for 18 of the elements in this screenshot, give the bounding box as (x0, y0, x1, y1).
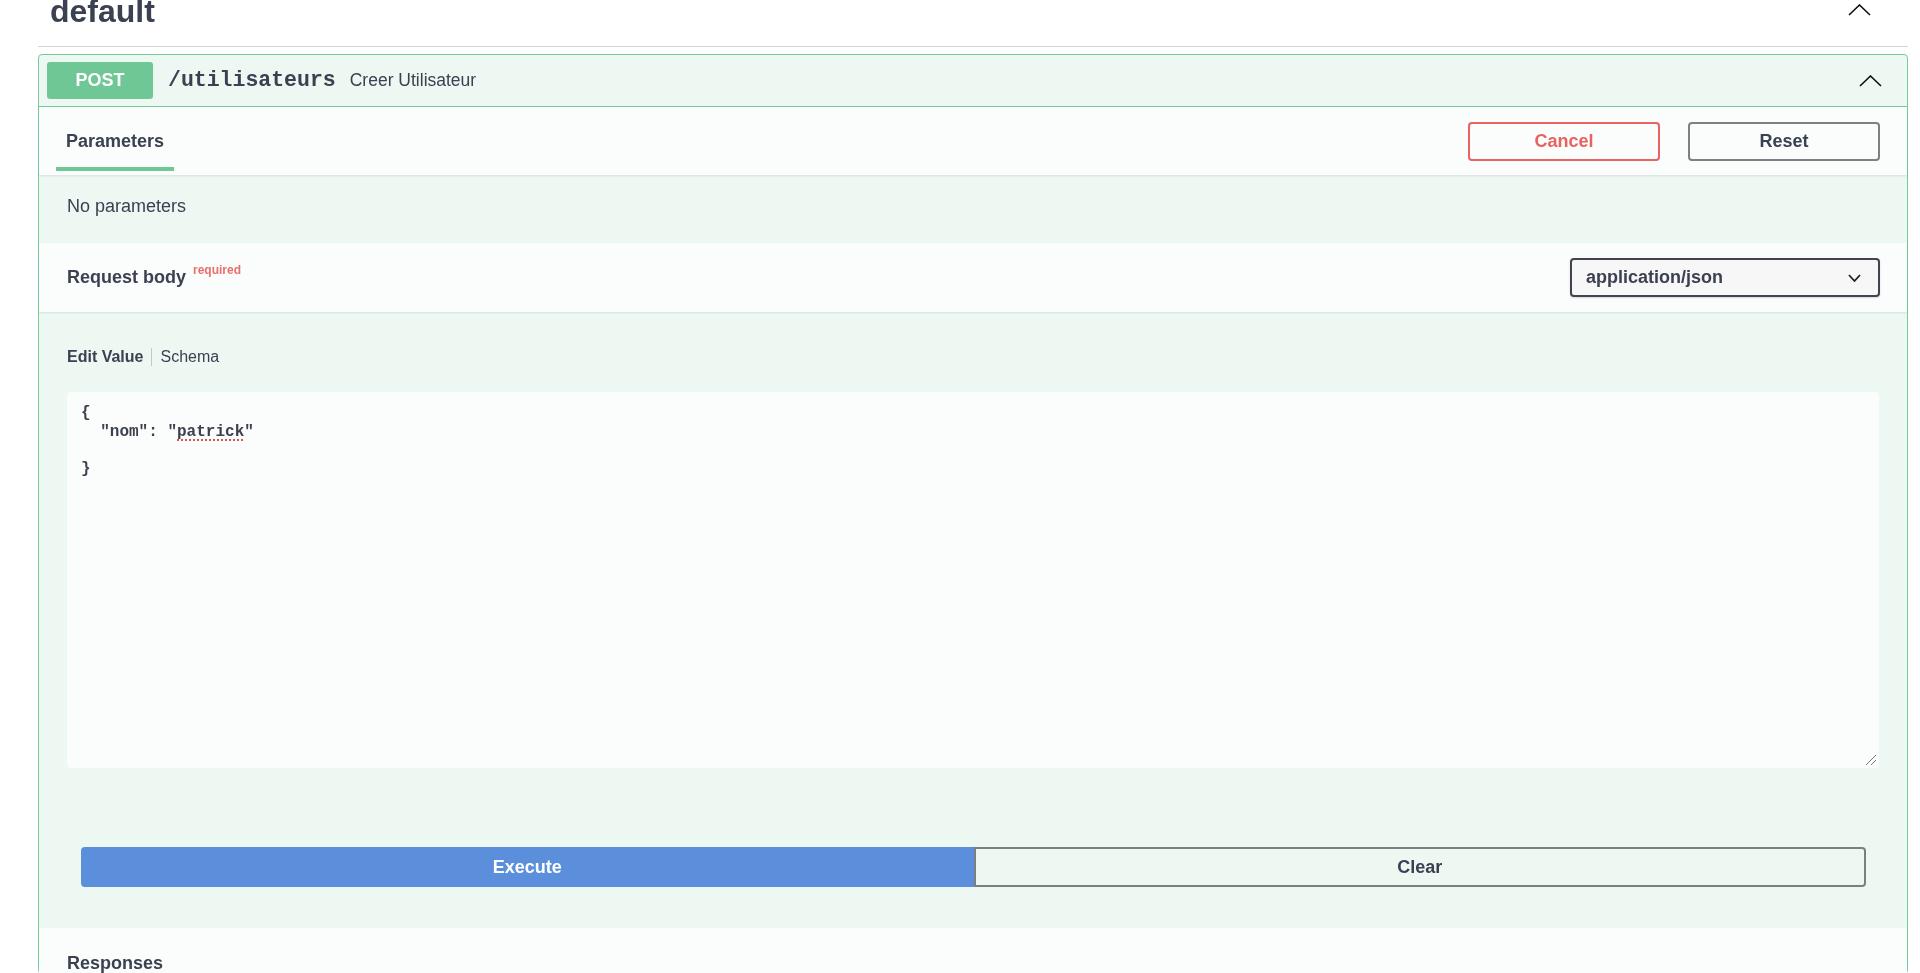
reset-button[interactable]: Reset (1688, 121, 1880, 161)
resize-grip-icon[interactable] (1866, 755, 1876, 765)
chevron-up-icon[interactable] (1848, 4, 1871, 16)
required-label: required (193, 263, 242, 277)
method-badge: POST (47, 62, 153, 99)
chevron-up-icon[interactable] (1859, 74, 1882, 87)
endpoint-summary: Creer Utilisateur (349, 69, 477, 93)
request-body-title: Request body (67, 267, 186, 287)
parameters-message: No parameters (67, 196, 187, 216)
endpoint-path: /utilisateurs (168, 67, 336, 95)
editor-tab[interactable]: Schema (160, 347, 220, 367)
responses-title: Responses (67, 953, 164, 973)
section-tab[interactable]: Parameters (56, 107, 175, 171)
code-editor-field[interactable]: { "nom": "patrick" } (67, 392, 1879, 768)
chevron-down-icon (1848, 273, 1861, 282)
clear-button[interactable]: Clear (973, 847, 1866, 887)
media-type-select[interactable]: application/json (1570, 258, 1880, 297)
editor-tab[interactable]: Edit Value (67, 347, 144, 367)
